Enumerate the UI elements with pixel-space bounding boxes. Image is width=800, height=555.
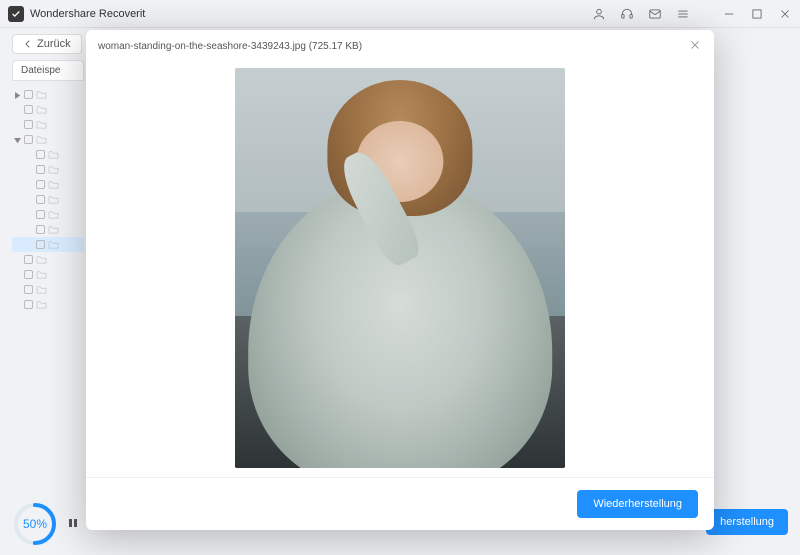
preview-area: [86, 63, 714, 477]
preview-modal: woman-standing-on-the-seashore-3439243.j…: [86, 30, 714, 530]
preview-filename: woman-standing-on-the-seashore-3439243.j…: [98, 41, 688, 52]
modal-backdrop: woman-standing-on-the-seashore-3439243.j…: [0, 0, 800, 555]
close-icon[interactable]: [688, 38, 702, 55]
modal-footer: Wiederherstellung: [86, 477, 714, 530]
preview-image: [235, 68, 565, 468]
modal-header: woman-standing-on-the-seashore-3439243.j…: [86, 30, 714, 63]
recover-button[interactable]: Wiederherstellung: [577, 490, 698, 518]
